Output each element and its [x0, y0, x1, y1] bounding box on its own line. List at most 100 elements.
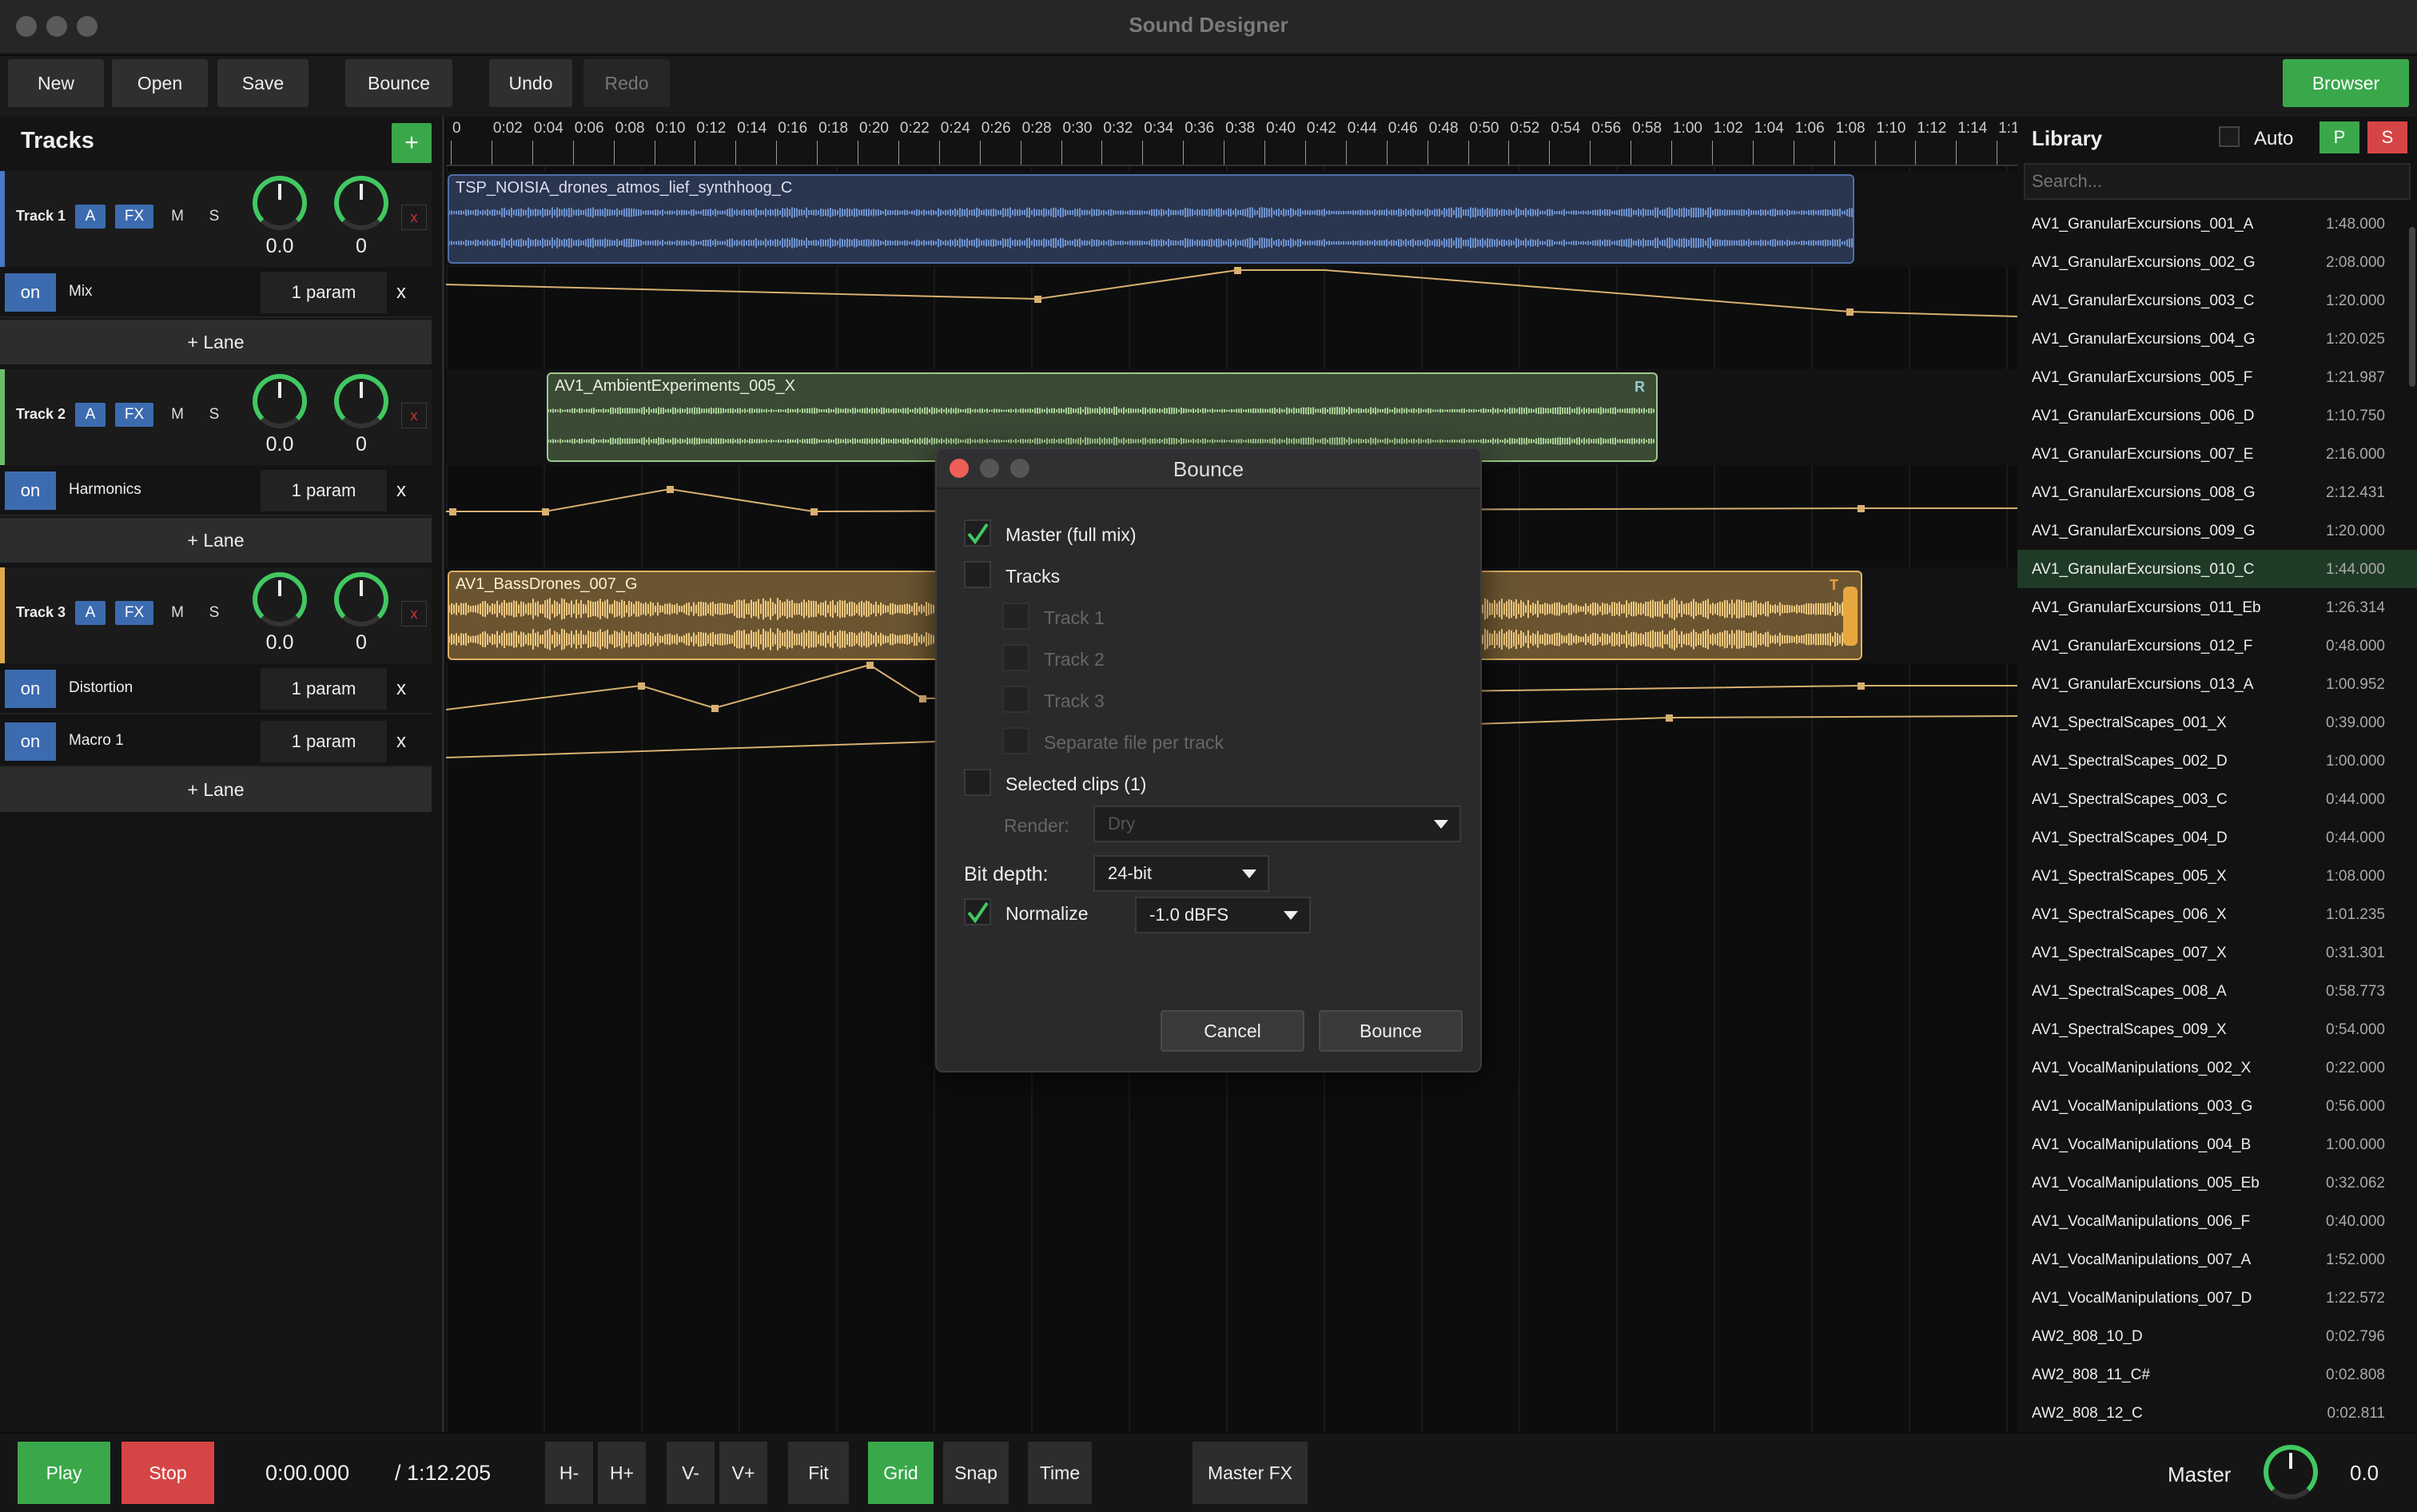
library-item[interactable]: AV1_GranularExcursions_003_C 1:20.000 [2017, 281, 2417, 320]
track-arm-button[interactable]: A [75, 601, 106, 625]
library-item[interactable]: AV1_GranularExcursions_007_E 2:16.000 [2017, 435, 2417, 473]
library-item[interactable]: AW2_808_12_C 0:02.811 [2017, 1394, 2417, 1432]
play-button[interactable]: Play [18, 1442, 110, 1504]
library-item[interactable]: AV1_GranularExcursions_001_A 1:48.000 [2017, 205, 2417, 243]
stop-button[interactable]: Stop [121, 1442, 214, 1504]
lane-remove-button[interactable]: x [396, 678, 406, 700]
bounce-button[interactable]: Bounce [345, 59, 452, 107]
library-item[interactable]: AV1_GranularExcursions_002_G 2:08.000 [2017, 243, 2417, 281]
library-item[interactable]: AV1_VocalManipulations_007_A 1:52.000 [2017, 1240, 2417, 1279]
automation-point[interactable] [1234, 267, 1241, 274]
library-search-input[interactable] [2024, 163, 2411, 200]
lane-on-button[interactable]: on [5, 670, 56, 708]
automation-point[interactable] [638, 682, 645, 690]
new-button[interactable]: New [8, 59, 104, 107]
automation-line[interactable] [446, 269, 2017, 317]
h-zoom-in-button[interactable]: H+ [598, 1442, 646, 1504]
library-item[interactable]: AV1_SpectralScapes_001_X 0:39.000 [2017, 703, 2417, 742]
undo-button[interactable]: Undo [489, 59, 572, 107]
snap-toggle[interactable]: Snap [943, 1442, 1009, 1504]
remove-track-button[interactable]: x [401, 403, 427, 428]
v-zoom-out-button[interactable]: V- [667, 1442, 715, 1504]
automation-point[interactable] [711, 705, 719, 712]
track-fx-button[interactable]: FX [115, 205, 153, 229]
h-zoom-out-button[interactable]: H- [545, 1442, 593, 1504]
pan-knob[interactable] [334, 572, 388, 627]
bit-depth-select[interactable]: 24-bit [1093, 855, 1269, 892]
automation-point[interactable] [667, 486, 674, 493]
library-item[interactable]: AV1_VocalManipulations_002_X 0:22.000 [2017, 1048, 2417, 1087]
track-solo-button[interactable]: S [200, 601, 229, 625]
track-fx-button[interactable]: FX [115, 601, 153, 625]
automation-point[interactable] [1846, 308, 1854, 316]
library-item[interactable]: AV1_VocalManipulations_006_F 0:40.000 [2017, 1202, 2417, 1240]
browser-button[interactable]: Browser [2283, 59, 2409, 107]
library-item[interactable]: AV1_SpectralScapes_005_X 1:08.000 [2017, 857, 2417, 895]
track-fx-button[interactable]: FX [115, 403, 153, 427]
remove-track-button[interactable]: x [401, 205, 427, 230]
track-arm-button[interactable]: A [75, 403, 106, 427]
lane-remove-button[interactable]: x [396, 281, 406, 304]
preview-button[interactable]: P [2319, 121, 2359, 153]
library-item[interactable]: AV1_VocalManipulations_003_G 0:56.000 [2017, 1087, 2417, 1125]
automation-point[interactable] [1034, 296, 1041, 303]
normalize-checkbox[interactable] [964, 898, 991, 925]
library-item[interactable]: AV1_VocalManipulations_004_B 1:00.000 [2017, 1125, 2417, 1164]
stop-preview-button[interactable]: S [2367, 121, 2407, 153]
library-item[interactable]: AV1_GranularExcursions_012_F 0:48.000 [2017, 627, 2417, 665]
library-item[interactable]: AV1_GranularExcursions_010_C 1:44.000 [2017, 550, 2417, 588]
volume-knob[interactable] [253, 572, 307, 627]
library-item[interactable]: AV1_GranularExcursions_011_Eb 1:26.314 [2017, 588, 2417, 627]
save-button[interactable]: Save [217, 59, 309, 107]
master-volume-knob[interactable] [2264, 1445, 2318, 1499]
lane-on-button[interactable]: on [5, 472, 56, 510]
redo-button[interactable]: Redo [583, 59, 670, 107]
automation-point[interactable] [866, 662, 874, 669]
track-solo-button[interactable]: S [200, 205, 229, 229]
automation-point[interactable] [1858, 682, 1865, 690]
tracks-checkbox[interactable] [964, 561, 991, 588]
lane-param-select[interactable]: 1 param [261, 668, 387, 710]
library-item[interactable]: AV1_SpectralScapes_004_D 0:44.000 [2017, 818, 2417, 857]
library-item[interactable]: AV1_SpectralScapes_003_C 0:44.000 [2017, 780, 2417, 818]
track-mute-button[interactable]: M [163, 205, 192, 229]
grid-toggle[interactable]: Grid [868, 1442, 934, 1504]
library-item[interactable]: AV1_GranularExcursions_008_G 2:12.431 [2017, 473, 2417, 511]
add-track-button[interactable]: + [392, 123, 432, 163]
lane-on-button[interactable]: on [5, 273, 56, 312]
open-button[interactable]: Open [112, 59, 208, 107]
library-item[interactable]: AW2_808_10_D 0:02.796 [2017, 1317, 2417, 1355]
bounce-confirm-button[interactable]: Bounce [1319, 1010, 1463, 1052]
render-select[interactable]: Dry [1093, 806, 1461, 842]
automation-point[interactable] [1666, 714, 1673, 722]
library-item[interactable]: AV1_VocalManipulations_005_Eb 0:32.062 [2017, 1164, 2417, 1202]
track-arm-button[interactable]: A [75, 205, 106, 229]
lane-param-select[interactable]: 1 param [261, 721, 387, 762]
library-item[interactable]: AV1_GranularExcursions_006_D 1:10.750 [2017, 396, 2417, 435]
lane-remove-button[interactable]: x [396, 730, 406, 753]
library-item[interactable]: AV1_VocalManipulations_007_D 1:22.572 [2017, 1279, 2417, 1317]
pan-knob[interactable] [334, 176, 388, 230]
track-solo-button[interactable]: S [200, 403, 229, 427]
automation-point[interactable] [542, 508, 549, 515]
track-2-checkbox[interactable] [1002, 644, 1029, 671]
cancel-button[interactable]: Cancel [1161, 1010, 1304, 1052]
lane-on-button[interactable]: on [5, 722, 56, 761]
master-fx-button[interactable]: Master FX [1193, 1442, 1308, 1504]
volume-knob[interactable] [253, 176, 307, 230]
automation-point[interactable] [449, 508, 456, 515]
track-mute-button[interactable]: M [163, 601, 192, 625]
library-item[interactable]: AW2_808_11_C# 0:02.808 [2017, 1355, 2417, 1394]
remove-track-button[interactable]: x [401, 601, 427, 627]
library-item[interactable]: AV1_GranularExcursions_013_A 1:00.952 [2017, 665, 2417, 703]
automation-point[interactable] [919, 695, 926, 702]
lane-remove-button[interactable]: x [396, 479, 406, 502]
normalize-level-select[interactable]: -1.0 dBFS [1135, 897, 1311, 933]
automation-point[interactable] [1858, 505, 1865, 512]
library-item[interactable]: AV1_SpectralScapes_002_D 1:00.000 [2017, 742, 2417, 780]
library-item[interactable]: AV1_SpectralScapes_007_X 0:31.301 [2017, 933, 2417, 972]
track-mute-button[interactable]: M [163, 403, 192, 427]
add-lane-button[interactable]: + Lane [0, 767, 432, 812]
pan-knob[interactable] [334, 374, 388, 428]
lane-param-select[interactable]: 1 param [261, 272, 387, 313]
